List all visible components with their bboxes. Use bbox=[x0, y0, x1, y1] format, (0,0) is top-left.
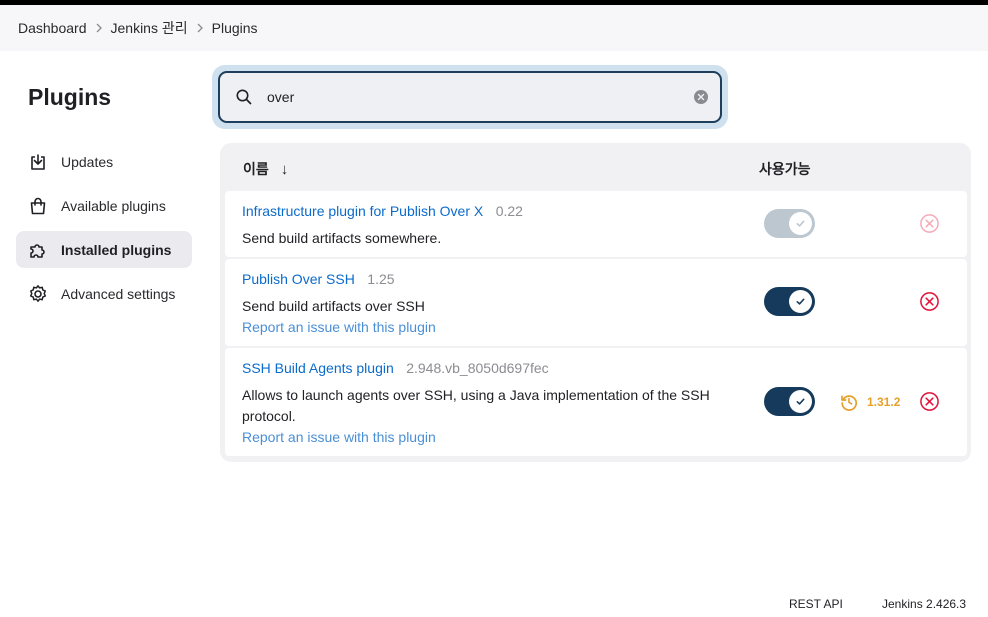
close-circle-icon bbox=[920, 292, 939, 311]
search-icon bbox=[235, 88, 253, 106]
sidebar-item-label: Available plugins bbox=[61, 197, 166, 214]
sidebar-item-available-plugins[interactable]: Available plugins bbox=[16, 187, 192, 224]
uninstall-button[interactable] bbox=[919, 291, 940, 312]
plugin-version: 0.22 bbox=[495, 203, 523, 219]
sidebar-item-installed-plugins[interactable]: Installed plugins bbox=[16, 231, 192, 268]
breadcrumb-plugins[interactable]: Plugins bbox=[212, 20, 258, 36]
column-header-name[interactable]: 이름 ↓ bbox=[243, 159, 288, 179]
plugin-version: 2.948.vb_8050d697fec bbox=[406, 360, 549, 376]
uninstall-button[interactable] bbox=[919, 213, 940, 234]
sidebar-nav: Updates Available plugins Installed plug… bbox=[16, 143, 192, 319]
shopping-bag-icon bbox=[28, 196, 48, 216]
plugin-name-link[interactable]: SSH Build Agents plugin bbox=[242, 360, 394, 376]
column-header-name-label: 이름 bbox=[243, 161, 269, 177]
uninstall-button[interactable] bbox=[919, 391, 940, 412]
check-icon bbox=[789, 390, 812, 413]
downgrade-button[interactable]: 1.31.2 bbox=[839, 392, 900, 412]
table-header: 이름 ↓ 사용가능 bbox=[225, 143, 967, 191]
sidebar-item-label: Installed plugins bbox=[61, 241, 172, 258]
chevron-right-icon bbox=[87, 23, 111, 33]
plugin-description-line: Allows to launch agents over SSH, using … bbox=[242, 387, 710, 403]
plugin-title-line: SSH Build Agents plugin 2.948.vb_8050d69… bbox=[242, 360, 549, 378]
plugin-name-link[interactable]: Infrastructure plugin for Publish Over X bbox=[242, 203, 483, 219]
sidebar-item-advanced-settings[interactable]: Advanced settings bbox=[16, 275, 192, 312]
report-issue-link[interactable]: Report an issue with this plugin bbox=[242, 429, 436, 445]
breadcrumb: Dashboard Jenkins 관리 Plugins bbox=[0, 5, 988, 51]
sidebar-item-label: Advanced settings bbox=[61, 285, 176, 302]
plugin-enabled-toggle[interactable] bbox=[764, 287, 815, 316]
table-row: SSH Build Agents plugin 2.948.vb_8050d69… bbox=[225, 348, 967, 456]
search-focus-ring bbox=[212, 65, 728, 129]
plugin-description: Send build artifacts somewhere. bbox=[242, 230, 442, 246]
breadcrumb-manage-jenkins[interactable]: Jenkins 관리 bbox=[111, 18, 188, 38]
plugin-description: Send build artifacts over SSH bbox=[242, 298, 425, 314]
check-icon bbox=[789, 290, 812, 313]
close-circle-icon bbox=[920, 392, 939, 411]
history-icon bbox=[841, 395, 857, 411]
gear-icon bbox=[28, 284, 48, 304]
check-icon bbox=[789, 212, 812, 235]
chevron-right-icon bbox=[188, 23, 212, 33]
plugin-title-line: Infrastructure plugin for Publish Over X… bbox=[242, 203, 523, 221]
search-input[interactable] bbox=[267, 89, 694, 105]
clear-search-icon[interactable] bbox=[694, 90, 708, 104]
rest-api-link[interactable]: REST API bbox=[789, 597, 843, 611]
sidebar-item-label: Updates bbox=[61, 153, 114, 170]
jenkins-version[interactable]: Jenkins 2.426.3 bbox=[882, 597, 966, 611]
downgrade-version: 1.31.2 bbox=[867, 395, 901, 409]
download-icon bbox=[28, 152, 48, 172]
plugin-title-line: Publish Over SSH 1.25 bbox=[242, 271, 395, 289]
sidebar-item-updates[interactable]: Updates bbox=[16, 143, 192, 180]
plugin-name-link[interactable]: Publish Over SSH bbox=[242, 271, 355, 287]
plugin-description: Allows to launch agents over SSH, using … bbox=[242, 385, 710, 427]
search-box bbox=[218, 71, 722, 123]
breadcrumb-dashboard[interactable]: Dashboard bbox=[18, 20, 87, 36]
report-issue-link[interactable]: Report an issue with this plugin bbox=[242, 319, 436, 335]
plugin-enabled-toggle[interactable] bbox=[764, 209, 815, 238]
column-header-enabled: 사용가능 bbox=[759, 161, 811, 177]
installed-plugins-table: 이름 ↓ 사용가능 Infrastructure plugin for Publ… bbox=[220, 143, 971, 462]
plugin-enabled-toggle[interactable] bbox=[764, 387, 815, 416]
table-row: Infrastructure plugin for Publish Over X… bbox=[225, 191, 967, 257]
puzzle-piece-icon bbox=[28, 240, 48, 260]
close-circle-icon bbox=[920, 214, 939, 233]
page-title: Plugins bbox=[28, 84, 112, 110]
plugin-description-line: protocol. bbox=[242, 408, 296, 424]
sort-arrow-icon: ↓ bbox=[280, 160, 289, 178]
table-row: Publish Over SSH 1.25 Send build artifac… bbox=[225, 259, 967, 346]
plugin-version: 1.25 bbox=[367, 271, 395, 287]
